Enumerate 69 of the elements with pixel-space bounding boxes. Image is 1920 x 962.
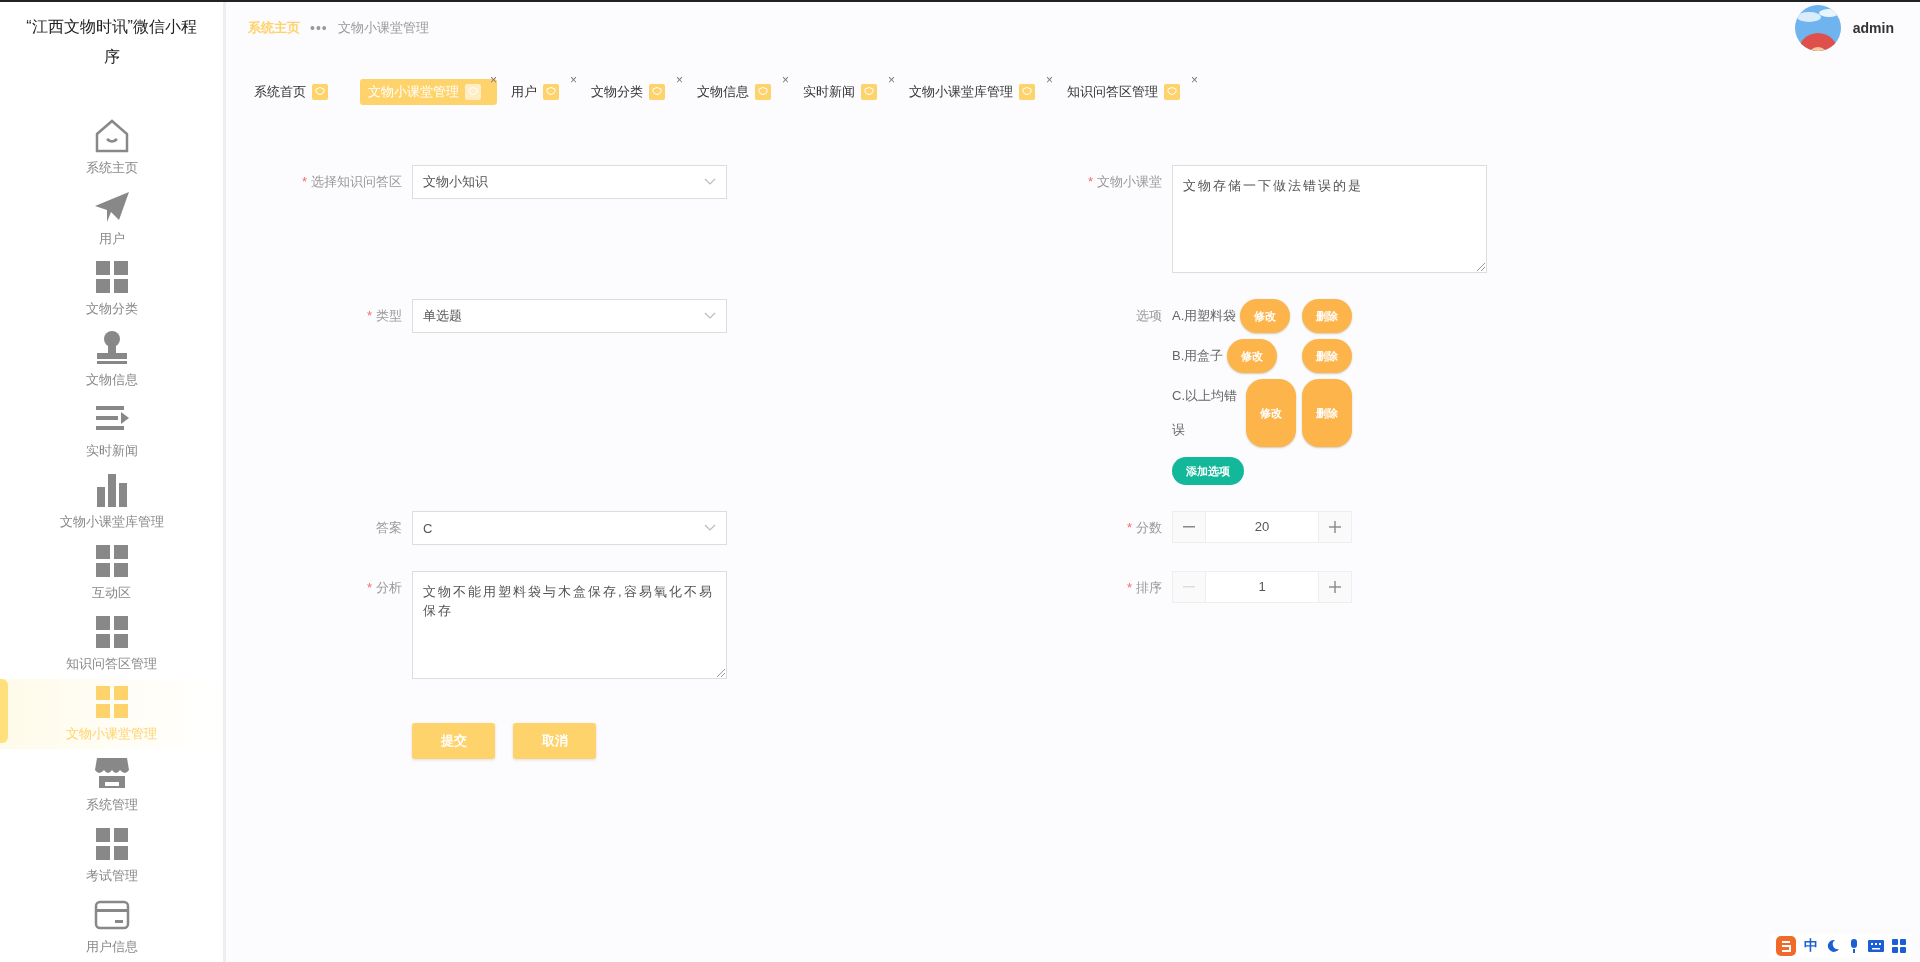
- user-name: admin: [1852, 20, 1894, 36]
- plus-button[interactable]: [1319, 512, 1351, 542]
- shield-icon: [543, 84, 559, 100]
- shield-icon: [1164, 84, 1180, 100]
- number-stepper[interactable]: 20: [1172, 511, 1352, 543]
- sidebar-item[interactable]: 考试管理: [0, 820, 223, 892]
- resize-handle-icon[interactable]: [717, 669, 725, 677]
- app-title: “江西文物时讯”微信小程序: [25, 17, 198, 67]
- required-mark: *: [1087, 174, 1093, 189]
- sidebar-item[interactable]: 实时新闻: [0, 395, 223, 467]
- required-mark: *: [1126, 580, 1132, 595]
- required-mark: *: [366, 308, 372, 323]
- field-label: 类型: [376, 308, 402, 323]
- text-area[interactable]: 文物不能用塑料袋与木盒保存,容易氧化不易保存: [412, 571, 727, 679]
- field-label: 选择知识问答区: [311, 174, 402, 189]
- option-text: A.用塑料袋: [1172, 307, 1237, 325]
- grid-icon[interactable]: [1892, 939, 1906, 953]
- add-option-button[interactable]: 添加选项: [1172, 457, 1244, 485]
- sidebar-item[interactable]: 文物信息: [0, 324, 223, 396]
- chevron-down-icon: [704, 178, 716, 186]
- active-indicator: [0, 678, 8, 743]
- select-field[interactable]: C: [412, 511, 727, 545]
- minus-button[interactable]: [1173, 512, 1205, 542]
- sidebar-item[interactable]: 知识问答区管理: [0, 607, 223, 679]
- shield-icon: [755, 84, 771, 100]
- plus-icon: [1329, 581, 1341, 593]
- shield-icon: [465, 84, 481, 100]
- sidebar-item[interactable]: 用户: [0, 182, 223, 254]
- shield-icon: [312, 84, 328, 100]
- input-mode-indicator[interactable]: 中: [1804, 937, 1818, 955]
- moon-icon[interactable]: [1826, 939, 1840, 953]
- chevron-down-icon: [704, 312, 716, 320]
- breadcrumb-link[interactable]: 文物小课堂管理: [337, 19, 429, 37]
- input-method-logo-icon[interactable]: [1776, 936, 1796, 956]
- keyboard-icon[interactable]: [1868, 940, 1884, 952]
- sidebar-item[interactable]: 文物小课堂库管理: [0, 466, 223, 537]
- field-label: 选项: [1136, 308, 1162, 323]
- field-label: 文物小课堂: [1097, 174, 1162, 189]
- field-label: 排序: [1136, 580, 1162, 595]
- shield-icon: [1019, 84, 1035, 100]
- shield-icon: [649, 84, 665, 100]
- sidebar-item[interactable]: 系统管理: [0, 749, 223, 821]
- tab[interactable]: 系统首页: [254, 79, 346, 105]
- sidebar-item[interactable]: 系统主页: [0, 112, 223, 183]
- tab[interactable]: 文物小课堂管理 ×: [360, 79, 497, 105]
- number-stepper[interactable]: 1: [1172, 571, 1352, 603]
- sidebar-item[interactable]: 互动区: [0, 536, 223, 608]
- chevron-down-icon: [704, 524, 716, 532]
- minus-icon: [1183, 526, 1195, 528]
- option-text: C.以上均错误: [1172, 387, 1238, 439]
- shield-icon: [861, 84, 877, 100]
- plus-icon: [1329, 521, 1341, 533]
- breadcrumb-separator: •••: [310, 20, 328, 36]
- required-mark: *: [366, 580, 372, 595]
- required-mark: *: [1126, 520, 1132, 535]
- select-field[interactable]: 文物小知识: [412, 165, 727, 199]
- avatar[interactable]: [1794, 5, 1841, 51]
- sidebar-item[interactable]: 用户信息: [0, 891, 223, 962]
- resize-handle-icon[interactable]: [1477, 263, 1485, 271]
- option-text: B.用盒子: [1172, 347, 1224, 365]
- required-mark: *: [301, 174, 307, 189]
- field-label: 答案: [376, 520, 402, 535]
- field-label: 分数: [1136, 520, 1162, 535]
- microphone-icon[interactable]: [1848, 939, 1860, 953]
- select-field[interactable]: 单选题: [412, 299, 727, 333]
- plus-button[interactable]: [1319, 572, 1351, 602]
- sidebar-item[interactable]: 文物分类: [0, 253, 223, 325]
- text-area[interactable]: 文物存储一下做法错误的是: [1172, 165, 1487, 273]
- field-label: 分析: [376, 580, 402, 595]
